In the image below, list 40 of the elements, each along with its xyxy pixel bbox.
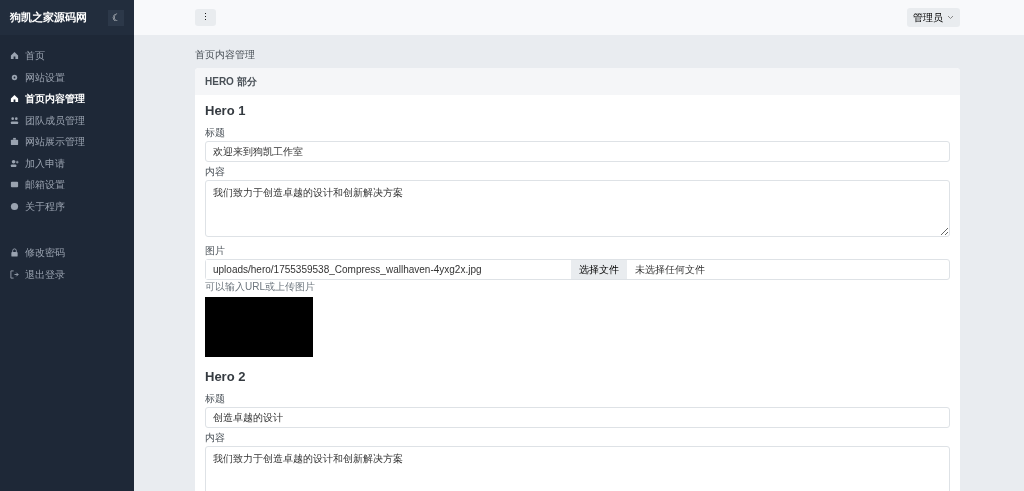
page-title: 首页内容管理 xyxy=(195,49,256,61)
card-header: HERO 部分 xyxy=(195,68,960,95)
help-text: 可以输入URL或上传图片 xyxy=(205,281,316,293)
url-field[interactable]: uploads/hero/1755359538_Compress_wallhaven-4yxg2x.jpg 选择文件 未选择任何文件 xyxy=(205,259,950,280)
logout-icon xyxy=(10,269,19,279)
user-menu-button[interactable]: 管理员 xyxy=(907,8,960,27)
sidebar-item[interactable]: 首页 xyxy=(0,45,134,67)
lock-icon xyxy=(10,248,19,258)
sidebar-item[interactable]: 修改密码 xyxy=(0,242,134,264)
house-icon xyxy=(10,51,19,61)
sidebar-item[interactable]: 网站展示管理 xyxy=(0,131,134,153)
field-label: 标题 xyxy=(205,393,226,405)
file-status-text: 未选择任何文件 xyxy=(634,263,706,277)
briefcase-icon xyxy=(10,137,19,147)
sidebar-item[interactable]: 邮箱设置 xyxy=(0,174,134,196)
circle-icon xyxy=(10,201,19,211)
brand-title: 狗凯之家源码网 xyxy=(10,10,87,26)
sidebar-item[interactable]: 首页内容管理 xyxy=(0,88,134,110)
chevron-down-icon xyxy=(947,15,954,20)
choose-file-button[interactable]: 选择文件 xyxy=(571,260,627,279)
text-field[interactable]: 创造卓越的设计 xyxy=(205,407,950,428)
text-field[interactable]: 欢迎来到狗凯工作室 xyxy=(205,141,950,162)
field-label: 图片 xyxy=(205,245,226,257)
user-plus-icon xyxy=(10,158,19,168)
text-area[interactable]: 我们致力于创造卓越的设计和创新解决方案 xyxy=(205,446,950,491)
sidebar-item[interactable]: 网站设置 xyxy=(0,66,134,88)
sidebar-item[interactable]: 退出登录 xyxy=(0,263,134,285)
field-label: 标题 xyxy=(205,127,226,139)
field-label: 内容 xyxy=(205,432,226,444)
sidebar-item[interactable]: 关于程序 xyxy=(0,195,134,217)
section-heading: Hero 1 xyxy=(205,103,247,118)
menu-button[interactable]: ⋮ xyxy=(195,9,216,26)
theme-toggle-button[interactable]: ☾ xyxy=(108,9,124,26)
field-label: 内容 xyxy=(205,166,226,178)
text-area[interactable]: 我们致力于创造卓越的设计和创新解决方案 xyxy=(205,180,950,237)
house-icon xyxy=(10,94,19,104)
users-icon xyxy=(10,115,19,125)
sidebar-item[interactable]: 加入申请 xyxy=(0,152,134,174)
sidebar-item[interactable]: 团队成员管理 xyxy=(0,109,134,131)
section-heading: Hero 2 xyxy=(205,369,247,384)
